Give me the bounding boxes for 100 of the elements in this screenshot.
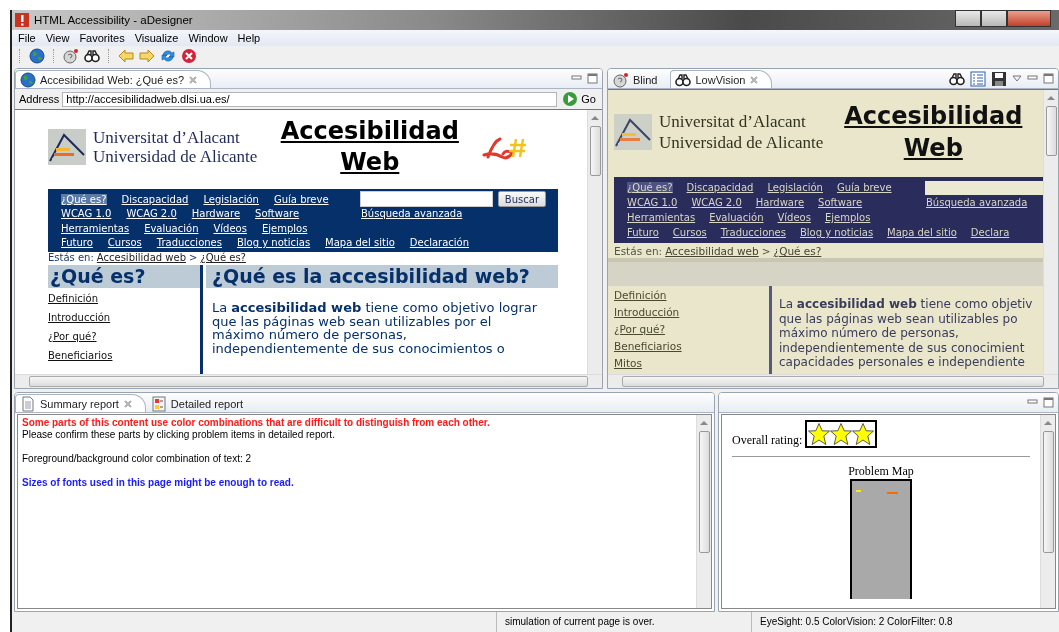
nav-link[interactable]: Discapacidad [686,182,754,193]
breadcrumb-link[interactable]: Accesibilidad web [96,252,186,265]
menu-item[interactable]: Visualize [129,32,184,44]
nav-link[interactable]: Traducciones [156,237,222,249]
head-icon[interactable] [63,48,79,64]
side-link[interactable]: Beneficiarios [48,350,200,364]
nav-link[interactable]: Herramientas [627,212,696,223]
minimize-button[interactable] [955,10,981,27]
star-icon [808,423,831,445]
nav-link[interactable]: WCAG 1.0 [61,208,112,220]
nav-link[interactable]: Cursos [672,227,707,238]
side-link[interactable]: Definición [614,289,769,303]
side-link[interactable]: Introducción [48,312,200,326]
search-button[interactable]: Buscar [497,191,546,208]
address-field[interactable]: http://accesibilidadweb.dlsi.ua.es/ [62,91,558,107]
menu-item[interactable]: Window [183,32,233,44]
nav-link[interactable]: Legislación [767,182,823,193]
nav-link[interactable]: Vídeos [213,222,247,234]
nav-link[interactable]: WCAG 2.0 [126,208,177,220]
menu-item[interactable]: File [13,32,41,44]
nav-link[interactable]: Blog y noticias [799,227,874,238]
breadcrumb-link[interactable]: ¿Qué es? [773,245,822,258]
side-link[interactable]: ¿Por qué? [48,331,200,345]
nav-link[interactable]: Discapacidad [121,193,189,205]
site-title[interactable]: Accesibilidad Web [833,100,1034,164]
tab[interactable]: Summary report [15,394,146,412]
side-link[interactable]: ¿Por qué? [614,323,769,337]
nav-link[interactable]: Hardware [755,197,805,208]
horizontal-scrollbar[interactable] [15,374,602,388]
refresh-icon[interactable] [160,48,176,64]
stop-icon[interactable] [181,48,197,64]
nav-link[interactable]: Mapa del sitio [887,227,957,238]
breadcrumb-link[interactable]: Accesibilidad web [665,245,759,258]
menu-item[interactable]: View [40,32,75,44]
breadcrumb-link[interactable]: ¿Qué es? [200,252,246,265]
go-button[interactable]: Go [560,91,598,107]
search-field[interactable] [360,191,493,208]
maximize-button[interactable] [981,10,1007,27]
site-title[interactable]: Accesibilidad Web [267,116,473,178]
view-menu-icon[interactable] [1012,74,1022,83]
nav-link[interactable]: Evaluación [709,212,764,223]
side-link[interactable]: Beneficiarios [614,340,769,354]
nav-link[interactable]: Evaluación [144,222,199,234]
close-icon[interactable] [749,74,760,85]
nav-link[interactable]: WCAG 2.0 [691,197,742,208]
globe-icon[interactable] [29,48,45,64]
vertical-scrollbar[interactable] [1043,90,1058,374]
nav-link[interactable]: Futuro [61,237,93,249]
breadcrumb-label: Estás en: [48,252,94,265]
nav-link[interactable]: WCAG 1.0 [627,197,678,208]
search-field[interactable] [925,180,1043,195]
nav-link[interactable]: Guía breve [273,193,329,205]
nav-link[interactable]: Software [255,208,300,220]
nav-link[interactable]: ¿Qué es? [627,182,673,193]
close-icon[interactable] [122,398,133,409]
nav-link[interactable]: Declaración [409,237,470,249]
nav-link[interactable]: ¿Qué es? [61,193,107,205]
save-icon[interactable] [991,70,1007,87]
advanced-search-link[interactable]: Búsqueda avanzada [361,208,463,220]
binoculars-icon[interactable] [949,70,965,87]
vertical-scrollbar[interactable] [696,415,711,608]
back-icon[interactable] [118,48,134,64]
maximize-icon[interactable] [1043,73,1054,84]
binoculars-icon[interactable] [84,48,100,64]
university-name: Universitat d’Alacant [659,111,807,132]
nav-link[interactable]: Ejemplos [824,212,871,223]
university-logo-icon [614,114,652,150]
menu-item[interactable]: Favorites [74,32,130,44]
close-button[interactable] [1007,10,1051,27]
nav-link[interactable]: Vídeos [777,212,811,223]
star-icon [852,423,875,445]
nav-link[interactable]: Declara [970,227,1010,238]
nav-link[interactable]: Guía breve [836,182,892,193]
nav-link[interactable]: Cursos [107,237,142,249]
side-link[interactable]: Introducción [614,306,769,320]
tab[interactable]: Blind [608,70,671,88]
nav-link[interactable]: Futuro [627,227,659,238]
maximize-icon[interactable] [1043,397,1054,408]
nav-link[interactable]: Hardware [191,208,241,220]
nav-link[interactable]: Blog y noticias [236,237,311,249]
nav-link[interactable]: Traducciones [720,227,786,238]
menu-item[interactable]: Help [232,32,266,44]
nav-link[interactable]: Legislación [203,193,259,205]
tab[interactable]: LowVision [670,70,773,88]
close-icon[interactable] [188,74,199,85]
list-icon[interactable] [970,70,986,87]
nav-link[interactable]: Ejemplos [261,222,308,234]
tab[interactable]: Accesibilidad Web: ¿Qué es? [15,70,212,88]
side-link[interactable]: Mitos [614,357,769,371]
nav-link[interactable]: Software [818,197,863,208]
tab[interactable]: Detailed report [145,394,256,412]
advanced-search-link[interactable]: Búsqueda avanzada [926,197,1028,208]
horizontal-scrollbar[interactable] [608,374,1058,388]
vertical-scrollbar[interactable] [587,110,602,374]
nav-link[interactable]: Herramientas [61,222,130,234]
side-link[interactable]: Definición [48,293,200,307]
nav-link[interactable]: Mapa del sitio [325,237,395,249]
maximize-icon[interactable] [587,73,598,84]
forward-icon[interactable] [139,48,155,64]
vertical-scrollbar[interactable] [1040,415,1055,608]
